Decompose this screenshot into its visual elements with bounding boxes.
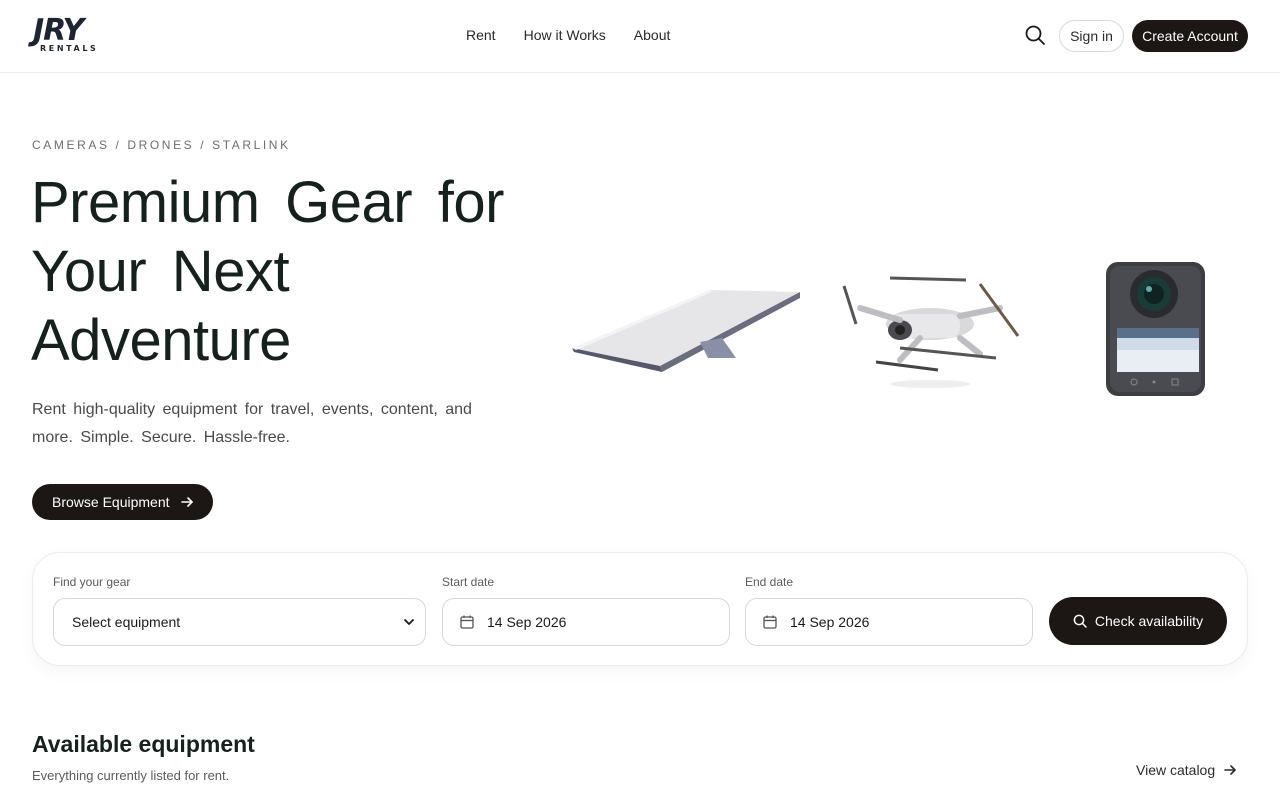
arrow-right-icon: [1224, 765, 1236, 775]
search-icon: [1073, 614, 1087, 628]
available-equipment-heading: Available equipment: [32, 731, 255, 757]
category-breadcrumb: CAMERAS / DRONES / STARLINK: [32, 138, 291, 152]
end-date-field[interactable]: 14 Sep 2026: [745, 598, 1033, 646]
logo-text: JRY: [33, 13, 84, 48]
available-equipment-subtitle: Everything currently listed for rent.: [32, 768, 230, 783]
check-availability-button[interactable]: Check availability: [1049, 597, 1227, 645]
action-camera-image: [1106, 262, 1205, 396]
sign-in-button[interactable]: Sign in: [1059, 20, 1124, 52]
nav-about[interactable]: About: [634, 26, 671, 44]
start-date-label: Start date: [442, 575, 495, 589]
browse-equipment-button[interactable]: Browse Equipment: [32, 484, 213, 520]
arrow-right-icon: [180, 497, 193, 507]
calendar-icon: [460, 615, 474, 629]
start-date-value: 14 Sep 2026: [487, 614, 567, 630]
view-catalog-link[interactable]: View catalog: [1136, 762, 1237, 778]
view-catalog-label: View catalog: [1136, 762, 1216, 778]
browse-equipment-label: Browse Equipment: [52, 494, 170, 510]
chevron-down-icon: [404, 619, 414, 625]
logo[interactable]: JRY RENTALS: [33, 13, 117, 56]
equipment-select[interactable]: Select equipment: [53, 598, 426, 646]
hero-subtitle: Rent high-quality equipment for travel, …: [32, 401, 472, 446]
gear-field-label: Find your gear: [53, 575, 131, 589]
logo-subtext: RENTALS: [40, 44, 99, 53]
search-icon[interactable]: [1024, 24, 1046, 46]
main-nav: Rent How it Works About: [466, 26, 670, 44]
availability-search-card: Find your gear Select equipment Start da…: [32, 552, 1248, 666]
starlink-dish-image: [572, 290, 800, 372]
end-date-value: 14 Sep 2026: [790, 614, 870, 630]
drone-image: [842, 276, 1020, 388]
hero-title: Premium Gear for Your Next Adventure: [31, 170, 504, 373]
site-header: JRY RENTALS Rent How it Works About Sign…: [0, 0, 1280, 73]
start-date-field[interactable]: 14 Sep 2026: [442, 598, 730, 646]
create-account-button[interactable]: Create Account: [1132, 20, 1248, 52]
calendar-icon: [763, 615, 777, 629]
check-availability-label: Check availability: [1094, 613, 1204, 629]
nav-how-it-works[interactable]: How it Works: [524, 26, 606, 44]
equipment-select-value: Select equipment: [72, 614, 181, 630]
nav-rent[interactable]: Rent: [466, 26, 496, 44]
hero-products-image: [572, 262, 1205, 396]
end-date-label: End date: [745, 575, 794, 589]
